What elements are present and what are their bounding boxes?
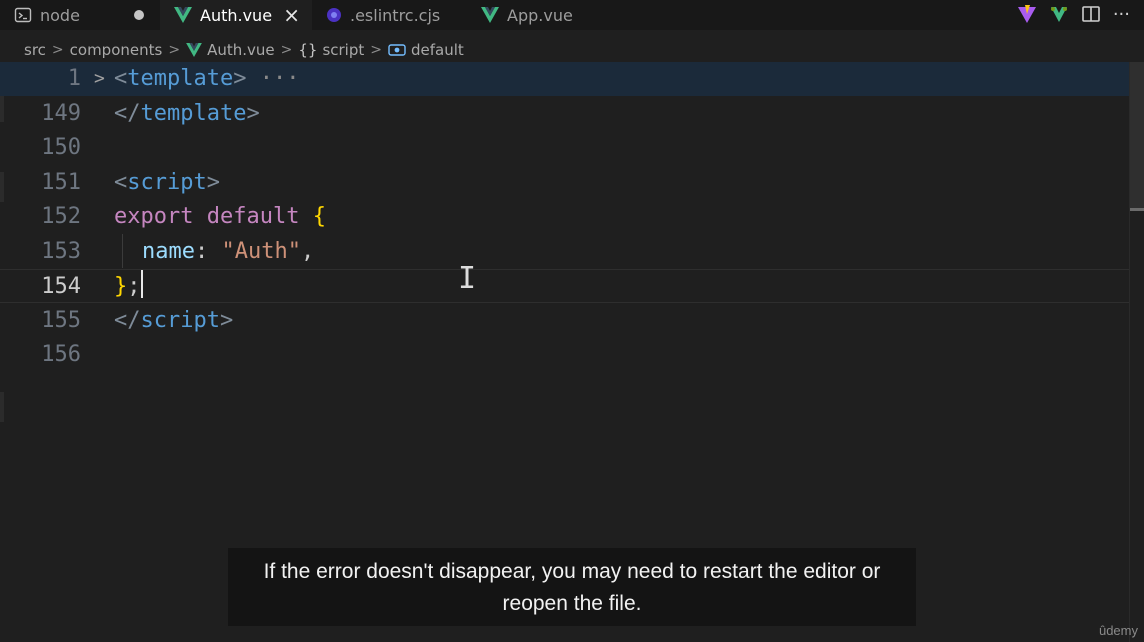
mouse-ibeam-icon: I [458,261,477,296]
chevron-right-icon: > [370,42,382,58]
eslint-icon [326,7,342,23]
code-line: 149 </template> [0,97,1130,131]
code-line: 156 [0,338,1130,372]
line-number: 155 [41,308,81,333]
editor-tab-bar: node Auth.vue × .eslintrc.cjs App.vue ··… [0,0,1144,30]
chevron-right-icon: > [51,42,64,58]
code-line-current: 154 }; [0,269,1130,303]
gutter-marker [0,172,4,202]
code-line: 153 name: "Auth", [0,235,1130,269]
code-text: <script> [114,170,220,195]
vue-icon [186,43,202,57]
editor-actions: ··· [1017,2,1130,26]
breadcrumb-item-script[interactable]: script [322,41,364,59]
text-cursor [140,270,143,298]
breadcrumb-item-default[interactable]: default [411,41,464,59]
folded-region-marker[interactable]: ··· [260,66,300,91]
line-number: 154 [41,274,81,299]
close-icon[interactable]: × [283,3,300,27]
code-text: name: "Auth", [142,239,315,264]
vue-icon [481,7,499,23]
line-number: 153 [41,239,81,264]
code-text: export default { [114,204,326,229]
terminal-icon [14,6,32,24]
scrollbar-thumb[interactable] [1130,62,1144,210]
line-number: 1 [67,66,81,91]
tab-label: .eslintrc.cjs [350,5,441,25]
code-text: <template> ··· [114,66,300,91]
line-number: 150 [41,135,81,160]
tab-label: App.vue [507,5,573,25]
line-number: 152 [41,204,81,229]
line-number: 151 [41,170,81,195]
module-icon [388,43,406,57]
chevron-right-icon: > [280,42,293,58]
vite-icon[interactable] [1017,4,1037,24]
code-line: 150 [0,131,1130,165]
tab-app-vue[interactable]: App.vue [467,0,617,30]
code-text: </template> [114,101,260,126]
subtitle-line: If the error doesn't disappear, you may … [263,560,881,583]
code-line: 152 export default { [0,200,1130,234]
gutter-marker [0,392,4,422]
split-editor-icon[interactable] [1081,4,1101,24]
code-text: }; [114,270,143,304]
video-subtitle: If the error doesn't disappear, you may … [228,548,916,626]
more-actions-icon[interactable]: ··· [1113,4,1130,25]
line-number: 156 [41,342,81,367]
tab-label: node [40,5,80,25]
indent-guide [122,234,123,268]
fold-chevron-icon[interactable]: > [94,62,105,96]
tab-label: Auth.vue [200,5,273,25]
vitest-icon[interactable] [1049,4,1069,24]
gutter-marker [0,96,4,122]
code-line: 151 <script> [0,166,1130,200]
breadcrumb-item-components[interactable]: components [70,41,163,59]
subtitle-line: reopen the file. [502,592,642,615]
scrollbar-cursor-marker [1130,208,1144,211]
breadcrumb: src > components > Auth.vue > {} script … [24,38,464,62]
code-editor[interactable]: 1 > <template> ··· 149 </template> 150 1… [0,62,1130,582]
tab-auth-vue[interactable]: Auth.vue × [160,0,312,30]
code-line: 1 > <template> ··· [0,62,1130,96]
breadcrumb-item-file[interactable]: Auth.vue [207,41,275,59]
code-text: </script> [114,308,234,333]
udemy-watermark: ûdemy [1098,623,1138,638]
tab-node[interactable]: node [0,0,160,30]
unsaved-dot-icon[interactable] [134,10,144,20]
breadcrumb-item-src[interactable]: src [24,41,46,59]
code-line: 155 </script> [0,304,1130,338]
chevron-right-icon: > [168,42,181,58]
braces-icon: {} [298,41,318,59]
vue-icon [174,7,192,23]
line-number: 149 [41,101,81,126]
tab-eslintrc[interactable]: .eslintrc.cjs [312,0,467,30]
